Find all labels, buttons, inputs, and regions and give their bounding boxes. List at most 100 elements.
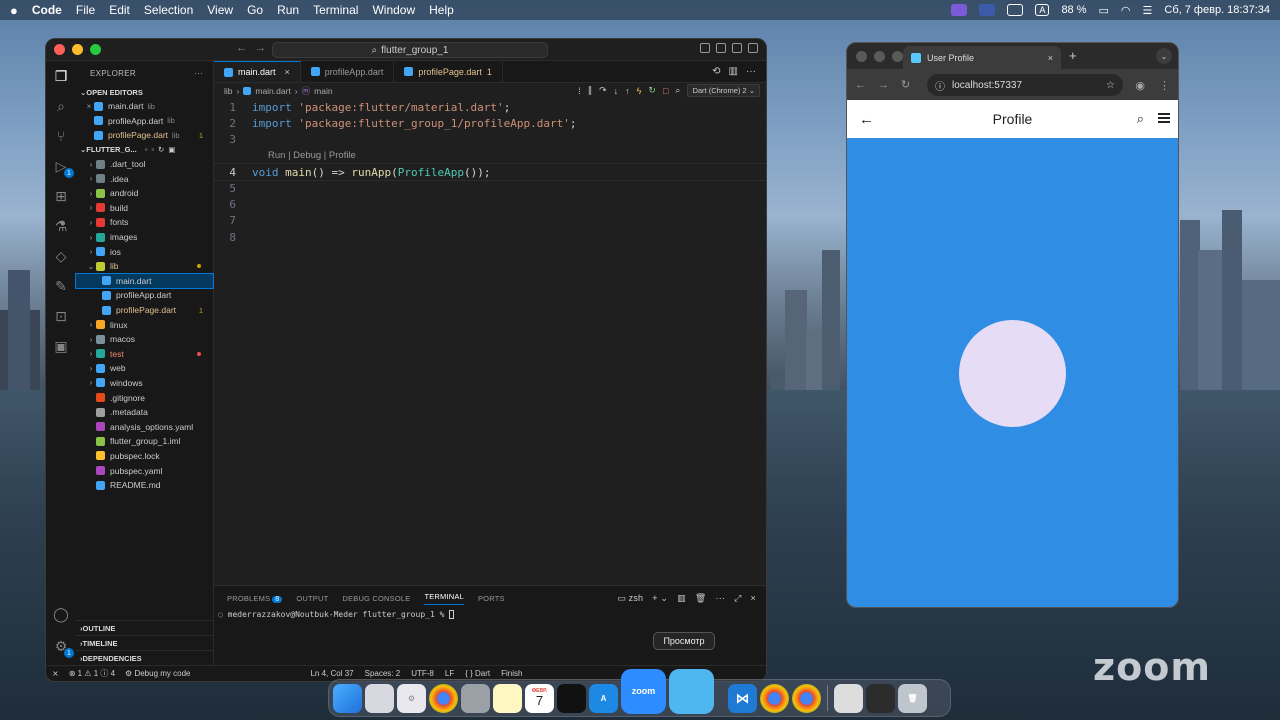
tab-debug-console[interactable]: DEBUG CONSOLE	[342, 594, 410, 603]
reload-icon[interactable]: ↻	[901, 78, 910, 91]
status-eol[interactable]: LF	[445, 669, 454, 678]
remote-explorer-icon[interactable]: ⊡	[52, 307, 70, 325]
status-spaces[interactable]: Spaces: 2	[365, 669, 401, 678]
forward-icon[interactable]: →	[878, 79, 889, 91]
flutter-icon[interactable]: ◇	[52, 247, 70, 265]
tab-ports[interactable]: PORTS	[478, 594, 505, 603]
address-bar[interactable]: ⓘ localhost:57337 ☆	[927, 74, 1123, 96]
terminal-output[interactable]: ○ mederrazzakov@Noutbuk-Meder flutter_gr…	[214, 610, 766, 619]
menu-clock[interactable]: Сб, 7 февр. 18:37:34	[1164, 4, 1270, 16]
tree-item[interactable]: profilePage.dart 1	[76, 303, 213, 318]
more-actions-icon[interactable]: ···	[716, 593, 726, 603]
debug-run-icon[interactable]: ⟲	[712, 66, 720, 77]
hamburger-menu-icon[interactable]	[1158, 113, 1170, 123]
menu-run[interactable]: Run	[277, 3, 299, 17]
breadcrumb-file[interactable]: main.dart	[255, 86, 290, 96]
close-window-button[interactable]	[856, 50, 867, 62]
tree-item[interactable]: › linux	[76, 317, 213, 332]
wifi-icon[interactable]: ◠	[1121, 4, 1131, 17]
menu-help[interactable]: Help	[429, 3, 454, 17]
calculator-icon[interactable]	[461, 683, 490, 713]
timeline-section[interactable]: › TIMELINE	[76, 635, 213, 650]
testing-icon[interactable]: ⚗	[52, 217, 70, 235]
tree-item[interactable]: pubspec.yaml	[76, 463, 213, 478]
settings-gear-icon[interactable]: ⚙ 1	[52, 637, 74, 658]
screen-share-icon[interactable]	[951, 4, 968, 16]
hot-reload-icon[interactable]: ϟ	[637, 86, 642, 96]
chrome-icon[interactable]	[792, 683, 821, 713]
code-editor[interactable]: 1 import 'package:flutter/material.dart'…	[213, 99, 766, 245]
status-language[interactable]: { } Dart	[465, 669, 490, 678]
close-window-button[interactable]	[54, 44, 65, 55]
menu-selection[interactable]: Selection	[144, 3, 193, 17]
step-out-icon[interactable]: ↑	[625, 86, 630, 96]
project-folder-header[interactable]: ⌄ FLUTTER_G... ▫▫↻▣	[76, 143, 213, 157]
drag-handle-icon[interactable]: ⁞	[578, 86, 581, 96]
more-actions-icon[interactable]: ···	[746, 66, 756, 77]
tree-item[interactable]: › windows	[76, 376, 213, 391]
launchpad-icon[interactable]	[365, 683, 394, 713]
finder-icon[interactable]	[333, 683, 362, 713]
explorer-actions-icon[interactable]: ▫▫↻▣	[145, 145, 180, 154]
new-terminal-icon[interactable]: + ⌄	[652, 593, 668, 604]
status-extra[interactable]: Finish	[501, 669, 522, 678]
minimize-window-button[interactable]	[72, 44, 83, 55]
outline-section[interactable]: › OUTLINE	[76, 620, 213, 635]
tree-item[interactable]: › images	[76, 230, 213, 245]
menu-go[interactable]: Go	[247, 3, 263, 17]
step-into-icon[interactable]: ↓	[614, 86, 619, 96]
close-tab-icon[interactable]: ×	[1048, 53, 1053, 63]
tab-problems[interactable]: PROBLEMS 8	[227, 594, 283, 603]
back-arrow-icon[interactable]: ←	[859, 111, 874, 128]
nav-arrows-icon[interactable]: ←→	[236, 42, 274, 54]
explorer-icon[interactable]: ❐	[52, 67, 70, 85]
menu-file[interactable]: File	[76, 3, 95, 17]
browser-tab[interactable]: User Profile ×	[903, 46, 1061, 69]
tree-item[interactable]: › .idea	[76, 171, 213, 186]
devtools-search-icon[interactable]: ⌕	[675, 85, 680, 96]
tree-item[interactable]: main.dart	[75, 272, 214, 290]
open-editor-item[interactable]: profilePage.dart lib 1	[76, 128, 213, 143]
pen-icon[interactable]: ✎	[52, 277, 70, 295]
menu-edit[interactable]: Edit	[109, 3, 130, 17]
status-position[interactable]: Ln 4, Col 37	[310, 669, 353, 678]
new-tab-button[interactable]: +	[1069, 48, 1077, 63]
minimize-window-button[interactable]	[874, 50, 885, 62]
command-center[interactable]: ⌕ flutter_group_1	[272, 42, 548, 58]
breadcrumb-folder[interactable]: lib	[224, 86, 233, 96]
run-debug-icon[interactable]: ▷ 1	[52, 157, 74, 178]
maximize-window-button[interactable]	[892, 50, 903, 62]
trash-icon[interactable]: 🗑	[695, 593, 707, 604]
tab-profilepage-dart[interactable]: profilePage.dart 1	[394, 61, 503, 82]
open-editor-item[interactable]: × main.dart lib	[76, 99, 213, 114]
battery-icon[interactable]: ▭	[1099, 4, 1109, 17]
tree-item[interactable]: › fonts	[76, 215, 213, 230]
search-icon[interactable]: ⌕	[1137, 111, 1144, 127]
downloads-stack-icon[interactable]	[834, 683, 863, 713]
calendar-icon[interactable]: ФЕВР. 7	[525, 683, 554, 713]
app-store-icon[interactable]: A	[589, 683, 618, 713]
tree-item[interactable]: profileApp.dart	[76, 288, 213, 303]
toggle-secondary-icon[interactable]	[748, 43, 758, 53]
maximize-panel-icon[interactable]: ⤢	[734, 593, 741, 604]
chrome-icon[interactable]	[760, 683, 789, 713]
close-icon[interactable]: ×	[84, 102, 94, 111]
tab-terminal[interactable]: TERMINAL	[424, 592, 464, 605]
restart-icon[interactable]: ↻	[648, 85, 656, 96]
trash-icon[interactable]: 🗑	[898, 683, 927, 713]
maximize-window-button[interactable]	[90, 44, 101, 55]
toggle-panel-icon[interactable]	[732, 43, 742, 53]
control-center-icon[interactable]: ☰	[1143, 4, 1153, 17]
tree-item[interactable]: flutter_group_1.iml	[76, 434, 213, 449]
tree-item[interactable]: › web	[76, 361, 213, 376]
step-over-icon[interactable]: ↷	[599, 85, 607, 96]
codelens-run-debug[interactable]: Run | Debug | Profile	[214, 148, 766, 164]
profile-avatar[interactable]	[959, 320, 1066, 427]
split-editor-icon[interactable]: ▥	[729, 66, 738, 77]
status-problems[interactable]: ⊗ 1 ⚠ 1 ⓘ 4	[69, 668, 115, 679]
preview-app-icon[interactable]	[669, 668, 714, 714]
bookmark-star-icon[interactable]: ☆	[1106, 80, 1115, 91]
back-icon[interactable]: ←	[855, 79, 866, 91]
screenshot-stack-icon[interactable]	[866, 683, 895, 713]
terminal-shell-icon[interactable]: ▭ zsh	[617, 593, 643, 604]
